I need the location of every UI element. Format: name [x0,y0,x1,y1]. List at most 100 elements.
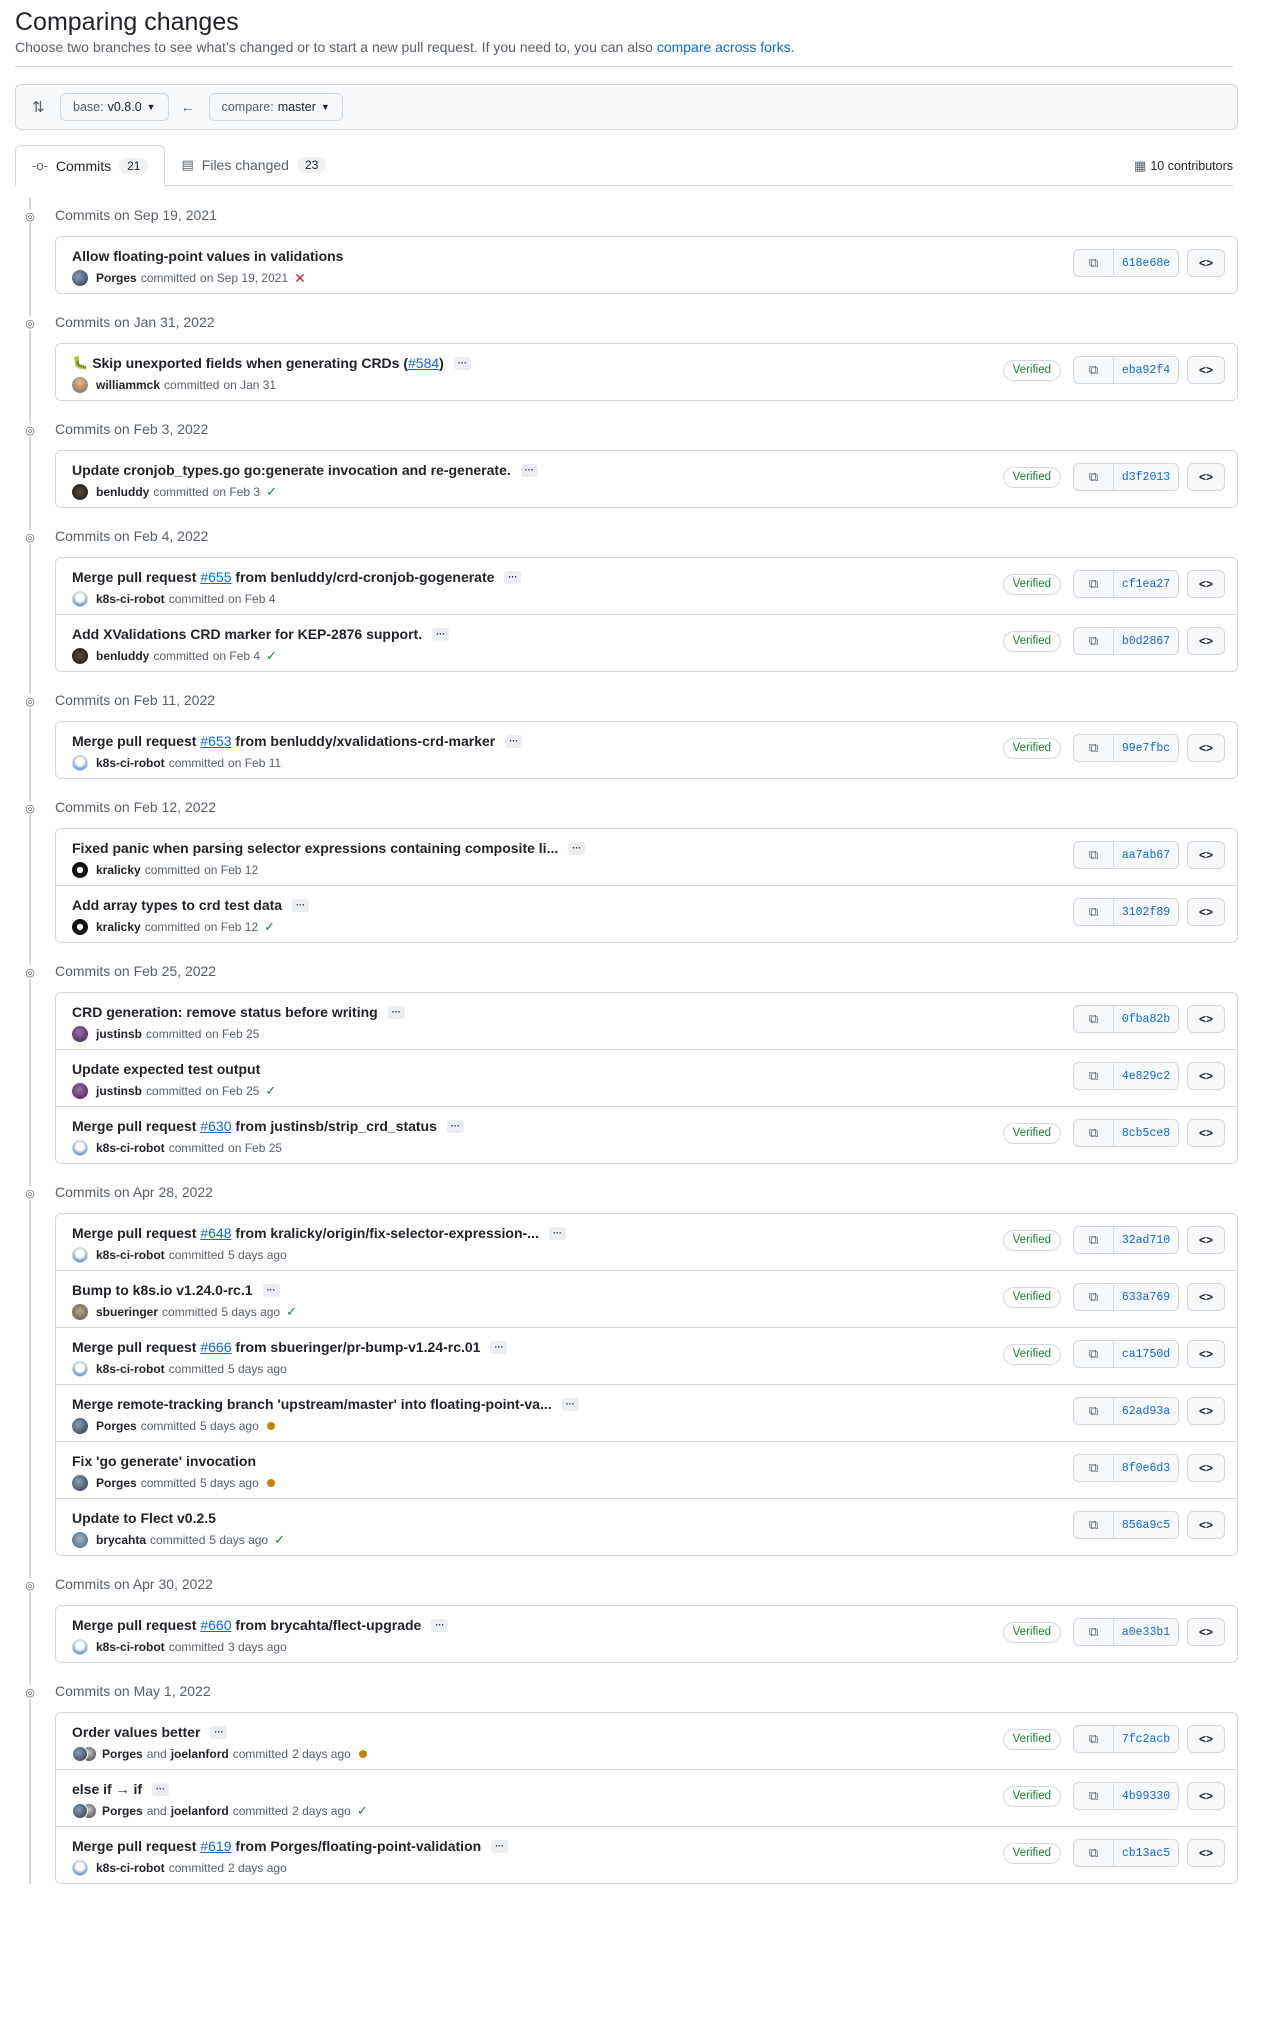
expand-message-button[interactable]: ··· [446,1119,464,1133]
copy-sha-button[interactable]: ⧉ [1074,1840,1114,1866]
expand-message-button[interactable]: ··· [210,1725,228,1739]
check-icon[interactable]: ✓ [357,1804,368,1817]
commit-title-link[interactable]: from benluddy/xvalidations-crd-marker [232,731,495,751]
copy-sha-button[interactable]: ⧉ [1074,735,1114,761]
expand-message-button[interactable]: ··· [548,1226,566,1240]
commit-author[interactable]: k8s-ci-robot [96,1362,165,1376]
commit-sha-link[interactable]: 62ad93a [1114,1398,1178,1424]
copy-sha-button[interactable]: ⧉ [1074,1398,1114,1424]
verified-badge[interactable]: Verified [1002,1229,1061,1251]
verified-badge[interactable]: Verified [1002,359,1061,381]
commit-sha-link[interactable]: 99e7fbc [1114,735,1178,761]
browse-repo-button[interactable]: <> [1187,898,1225,926]
commit-sha-link[interactable]: b0d2867 [1114,628,1178,654]
pull-request-link[interactable]: #653 [200,731,231,751]
commit-author[interactable]: Porges [102,1804,143,1818]
commit-sha-link[interactable]: a0e33b1 [1114,1619,1178,1645]
browse-repo-button[interactable]: <> [1187,1062,1225,1090]
tab-commits[interactable]: -o- Commits 21 [15,145,166,186]
commit-sha-link[interactable]: 7fc2acb [1114,1726,1178,1752]
copy-sha-button[interactable]: ⧉ [1074,571,1114,597]
browse-repo-button[interactable]: <> [1187,1782,1225,1810]
browse-repo-button[interactable]: <> [1187,1839,1225,1867]
pull-request-link[interactable]: #584 [408,353,439,373]
commit-sha-link[interactable]: cb13ac5 [1114,1840,1178,1866]
commit-title-link[interactable]: else if → if [72,1779,142,1799]
commit-title-link[interactable]: Merge remote-tracking branch 'upstream/m… [72,1394,552,1414]
commit-title-link[interactable]: from kralicky/origin/fix-selector-expres… [232,1223,538,1243]
copy-sha-button[interactable]: ⧉ [1074,1120,1114,1146]
expand-message-button[interactable]: ··· [152,1782,170,1796]
browse-repo-button[interactable]: <> [1187,356,1225,384]
commit-title-link[interactable]: Merge pull request [72,1615,200,1635]
commit-sha-link[interactable]: 0fba82b [1114,1006,1178,1032]
browse-repo-button[interactable]: <> [1187,570,1225,598]
browse-repo-button[interactable]: <> [1187,734,1225,762]
commit-author[interactable]: Porges [96,271,137,285]
commit-sha-link[interactable]: 4e829c2 [1114,1063,1178,1089]
commit-title-link[interactable]: from Porges/floating-point-validation [232,1836,481,1856]
verified-badge[interactable]: Verified [1002,1785,1061,1807]
commit-title-link[interactable]: Merge pull request [72,1337,200,1357]
browse-repo-button[interactable]: <> [1187,1397,1225,1425]
pull-request-link[interactable]: #666 [200,1337,231,1357]
commit-author[interactable]: k8s-ci-robot [96,1640,165,1654]
commit-title-link[interactable]: Fix 'go generate' invocation [72,1451,256,1471]
browse-repo-button[interactable]: <> [1187,1283,1225,1311]
copy-sha-button[interactable]: ⧉ [1074,464,1114,490]
commit-author[interactable]: k8s-ci-robot [96,1141,165,1155]
copy-sha-button[interactable]: ⧉ [1074,1783,1114,1809]
commit-title-link[interactable]: Skip unexported fields when generating C… [92,353,408,373]
copy-sha-button[interactable]: ⧉ [1074,357,1114,383]
copy-sha-button[interactable]: ⧉ [1074,1227,1114,1253]
commit-sha-link[interactable]: 32ad710 [1114,1227,1178,1253]
verified-badge[interactable]: Verified [1002,737,1061,759]
copy-sha-button[interactable]: ⧉ [1074,1512,1114,1538]
expand-message-button[interactable]: ··· [520,463,538,477]
commit-coauthor[interactable]: joelanford [171,1747,229,1761]
copy-sha-button[interactable]: ⧉ [1074,1006,1114,1032]
x-icon[interactable]: ✕ [294,271,306,285]
commit-sha-link[interactable]: 3102f89 [1114,899,1178,925]
commit-title-link[interactable]: from brycahta/flect-upgrade [232,1615,421,1635]
verified-badge[interactable]: Verified [1002,1343,1061,1365]
commit-sha-link[interactable]: 8f0e6d3 [1114,1455,1178,1481]
browse-repo-button[interactable]: <> [1187,1340,1225,1368]
pull-request-link[interactable]: #630 [200,1116,231,1136]
browse-repo-button[interactable]: <> [1187,1618,1225,1646]
commit-author[interactable]: k8s-ci-robot [96,1248,165,1262]
commit-title-link[interactable]: ) [439,353,444,373]
commit-title-link[interactable]: Add XValidations CRD marker for KEP-2876… [72,624,422,644]
pending-dot-icon[interactable] [266,1479,275,1487]
tab-files-changed[interactable]: ▤ Files changed 23 [165,145,342,185]
browse-repo-button[interactable]: <> [1187,249,1225,277]
contributors-link[interactable]: ▦ 10 contributors [1134,158,1233,174]
pull-request-link[interactable]: #619 [200,1836,231,1856]
commit-coauthor[interactable]: joelanford [171,1804,229,1818]
commit-author[interactable]: benluddy [96,485,149,499]
copy-sha-button[interactable]: ⧉ [1074,842,1114,868]
commit-title-link[interactable]: Add array types to crd test data [72,895,282,915]
commit-title-link[interactable]: Update cronjob_types.go go:generate invo… [72,460,511,480]
verified-badge[interactable]: Verified [1002,1621,1061,1643]
commit-sha-link[interactable]: ca1750d [1114,1341,1178,1367]
verified-badge[interactable]: Verified [1002,1122,1061,1144]
commit-title-link[interactable]: Allow floating-point values in validatio… [72,246,343,266]
pending-dot-icon[interactable] [358,1750,367,1758]
copy-sha-button[interactable]: ⧉ [1074,1619,1114,1645]
check-icon[interactable]: ✓ [266,485,277,498]
expand-message-button[interactable]: ··· [568,841,586,855]
commit-author[interactable]: benluddy [96,649,149,663]
pull-request-link[interactable]: #655 [200,567,231,587]
commit-sha-link[interactable]: 4b99330 [1114,1783,1178,1809]
browse-repo-button[interactable]: <> [1187,1119,1225,1147]
pending-dot-icon[interactable] [266,1422,275,1430]
base-branch-select[interactable]: base: v0.8.0 ▼ [60,93,169,121]
expand-message-button[interactable]: ··· [453,356,471,370]
commit-title-link[interactable]: Update to Flect v0.2.5 [72,1508,216,1528]
compare-branch-select[interactable]: compare: master ▼ [208,93,343,121]
commit-author[interactable]: justinsb [96,1084,142,1098]
browse-repo-button[interactable]: <> [1187,1226,1225,1254]
commit-author[interactable]: k8s-ci-robot [96,592,165,606]
browse-repo-button[interactable]: <> [1187,463,1225,491]
